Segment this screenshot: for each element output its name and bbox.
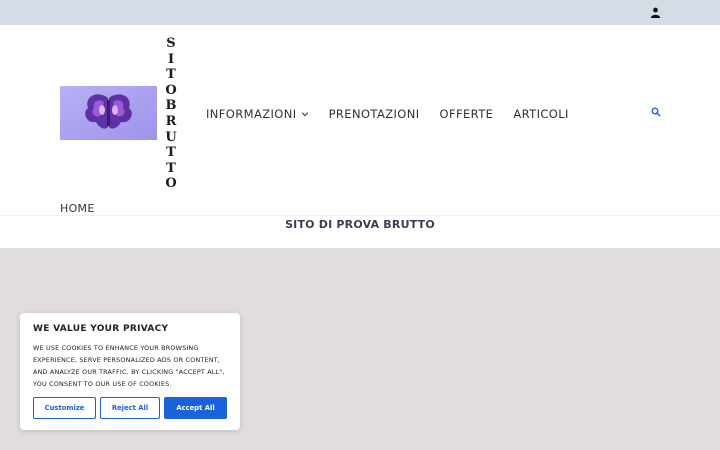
nav-item-label: PRENOTAZIONI [328,107,420,121]
site-title-letter: U [165,129,177,145]
site-title-letter: B [165,98,177,114]
site-tagline: SITO DI PROVA BRUTTO [285,218,435,231]
home-link[interactable]: HOME [60,202,95,215]
accept-all-button[interactable]: Accept All [164,397,227,419]
site-logo[interactable] [60,86,157,140]
nav-item-articoli[interactable]: ARTICOLI [513,107,569,121]
site-title-letter: O [165,176,177,192]
customize-button[interactable]: Customize [33,397,96,419]
site-title-letter: T [166,145,176,161]
top-bar [0,0,720,25]
cookie-title: WE VALUE YOUR PRIVACY [33,324,169,334]
search-icon[interactable] [651,107,661,117]
nav-item-prenotazioni[interactable]: PRENOTAZIONI [329,107,420,121]
site-title[interactable]: SITOBRUTTO [160,36,182,192]
cookie-consent-banner: WE VALUE YOUR PRIVACY WE USE COOKIES TO … [20,313,240,430]
site-title-letter: T [166,67,176,83]
cookie-description: WE USE COOKIES TO ENHANCE YOUR BROWSING … [33,344,225,388]
nav-item-informazioni[interactable]: INFORMAZIONI [206,107,309,121]
main-navigation: INFORMAZIONI PRENOTAZIONI OFFERTE ARTICO… [206,107,569,121]
tagline-bar: SITO DI PROVA BRUTTO [0,216,720,248]
chevron-down-icon [301,112,308,117]
nav-item-label: ARTICOLI [513,107,569,121]
site-title-letter: O [165,82,177,98]
nav-item-offerte[interactable]: OFFERTE [440,107,494,121]
site-title-letter: I [167,51,175,67]
site-title-letter: R [165,113,177,129]
user-icon[interactable] [650,7,661,18]
site-title-letter: T [166,160,176,176]
cookie-buttons: Customize Reject All Accept All [33,397,227,419]
nav-item-label: OFFERTE [439,107,494,121]
nav-item-label: INFORMAZIONI [206,107,297,121]
site-title-letter: S [166,36,176,51]
site-header: SITOBRUTTO INFORMAZIONI PRENOTAZIONI OFF… [0,25,720,215]
reject-all-button[interactable]: Reject All [100,397,160,419]
